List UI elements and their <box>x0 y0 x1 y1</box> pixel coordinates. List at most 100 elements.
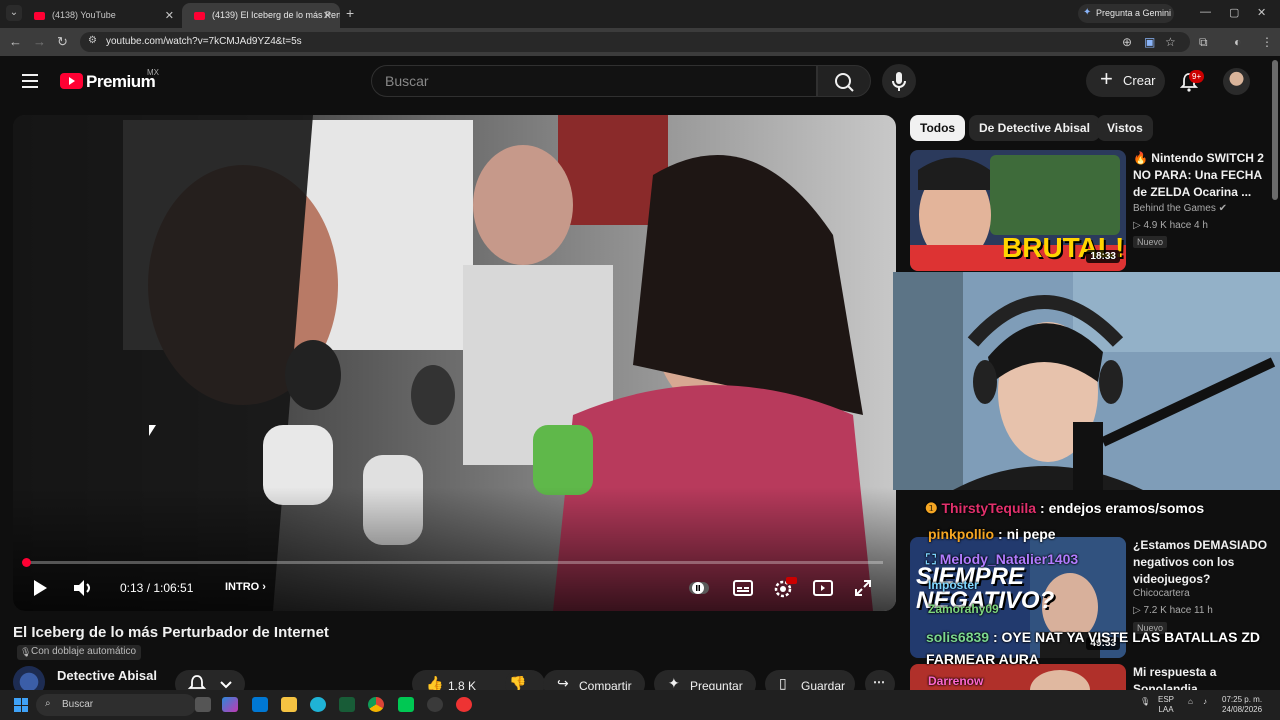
related-video-title[interactable]: ¿Estamos DEMASIADO negativos con los vid… <box>1133 537 1267 588</box>
close-tab-icon[interactable]: ✕ <box>323 9 332 22</box>
chip-de-detective-abisal[interactable]: De Detective Abisal <box>969 115 1100 141</box>
chat-text: ni pepe <box>1006 526 1056 542</box>
app-icon[interactable] <box>427 697 443 712</box>
chapter-button[interactable]: INTRO › <box>225 581 266 593</box>
title-line: videojuegos? <box>1133 572 1211 586</box>
title-line: NO PARA: Una FECHA <box>1133 168 1263 182</box>
new-tab-button[interactable]: + <box>346 5 354 21</box>
logo-text[interactable]: Premium <box>86 72 156 92</box>
excel-icon[interactable] <box>339 697 355 712</box>
guide-menu-icon[interactable] <box>22 74 38 88</box>
minimize-button[interactable]: — <box>1200 6 1211 18</box>
title-line: de ZELDA Ocarina ... <box>1133 185 1252 199</box>
page-scrollbar[interactable] <box>1272 60 1278 200</box>
volume-tray-icon[interactable]: ♪ <box>1203 697 1207 707</box>
video-title: El Iceberg de lo más Perturbador de Inte… <box>13 624 329 641</box>
tab-youtube[interactable]: (4138) YouTube ✕ <box>22 3 182 28</box>
video-player[interactable] <box>13 115 896 611</box>
site-info-icon[interactable]: ⚙ <box>88 35 97 46</box>
reload-icon[interactable]: ↻ <box>57 34 68 50</box>
network-icon[interactable]: ⌂ <box>1188 697 1193 707</box>
taskbar-search[interactable]: ⌕ Buscar <box>36 694 196 716</box>
voice-search-button[interactable] <box>882 64 916 98</box>
related-video-channel[interactable]: Behind the Games ✔ <box>1133 203 1227 214</box>
settings-gear-icon[interactable] <box>773 577 797 599</box>
theater-mode-icon[interactable] <box>813 579 833 597</box>
chip-todos[interactable]: Todos <box>910 115 966 141</box>
forward-icon[interactable]: → <box>33 34 46 49</box>
file-explorer-icon[interactable] <box>281 697 297 712</box>
dub-icon: 🎙 <box>20 647 32 657</box>
chat-user: solis6839 <box>926 629 990 645</box>
search-input[interactable]: Buscar <box>371 65 817 97</box>
chat-message: pinkpollio : ni pepe <box>928 526 1056 542</box>
create-button[interactable]: + Crear <box>1086 65 1165 97</box>
lang-bottom: LAA <box>1158 705 1174 714</box>
app-icon[interactable] <box>398 697 414 712</box>
chat-text: endejos eramos/somos <box>1048 500 1205 516</box>
extensions-icon[interactable]: ⧉ <box>1199 35 1208 50</box>
chat-user: Imposter <box>928 578 979 592</box>
youtube-favicon-icon <box>194 12 205 20</box>
chrome-icon[interactable] <box>368 697 384 712</box>
search-icon: ⌕ <box>45 698 51 709</box>
chat-message: ⛶ Melody_Natalier1403 <box>926 551 1078 568</box>
volume-icon[interactable] <box>73 578 95 598</box>
url-field[interactable]: ⚙ youtube.com/watch?v=7kCMJAd9YZ4&t=5s <box>80 32 1190 52</box>
related-video-thumbnail[interactable]: BRUTAL! 18:33 <box>910 150 1126 271</box>
url-text: youtube.com/watch?v=7kCMJAd9YZ4&t=5s <box>106 36 302 47</box>
gemini-button[interactable]: ✦ Pregunta a Gemini <box>1078 4 1174 23</box>
dub-label: Con doblaje automático <box>31 646 137 657</box>
autoplay-toggle-icon[interactable] <box>688 578 710 598</box>
translate-icon[interactable]: ▣ <box>1144 35 1155 49</box>
maximize-button[interactable]: ▢ <box>1229 6 1239 19</box>
play-icon[interactable] <box>32 579 48 597</box>
close-window-button[interactable]: ✕ <box>1257 6 1266 19</box>
chip-vistos[interactable]: Vistos <box>1097 115 1153 141</box>
search-button[interactable] <box>817 65 871 97</box>
seek-scrubber[interactable] <box>22 558 31 567</box>
back-icon[interactable]: ← <box>9 34 22 49</box>
zoom-icon[interactable]: ⊕ <box>1122 35 1132 49</box>
close-tab-icon[interactable]: ✕ <box>165 9 174 22</box>
tab-label: (4138) YouTube <box>52 10 116 20</box>
tab-label: (4139) El Iceberg de lo más Pertur <box>212 10 340 20</box>
related-video-channel[interactable]: Chicocartera <box>1133 588 1190 599</box>
plus-icon: + <box>1100 66 1113 91</box>
video-frame <box>13 115 896 611</box>
title-line: ¿Estamos DEMASIADO <box>1133 538 1268 552</box>
bookmark-star-icon[interactable]: ☆ <box>1165 35 1176 49</box>
channel-name[interactable]: Detective Abisal <box>57 668 157 683</box>
chat-message: Zamorahy09 <box>928 602 999 616</box>
clock[interactable]: 07:25 p. m. 24/08/2026 <box>1222 695 1262 715</box>
fullscreen-icon[interactable] <box>854 579 872 597</box>
task-view-icon[interactable] <box>195 697 211 712</box>
tab-iceberg-video[interactable]: (4139) El Iceberg de lo más Pertur ✕ <box>182 3 340 28</box>
chat-user: Melody_Natalier1403 <box>939 551 1079 567</box>
search-icon <box>835 73 854 92</box>
store-icon[interactable] <box>252 697 268 712</box>
notification-count-badge: 9+ <box>1189 70 1205 83</box>
browser-menu-icon[interactable]: ⋮ <box>1261 35 1273 49</box>
account-avatar[interactable] <box>1223 68 1250 95</box>
chat-user: ThirstyTequila <box>941 500 1037 516</box>
edge-icon[interactable] <box>310 697 326 712</box>
verified-icon: ✔ <box>1218 203 1227 214</box>
chat-badge-icon: ⛶ <box>926 551 936 567</box>
seek-bar[interactable] <box>26 561 883 564</box>
webcam-image <box>893 272 1280 490</box>
chat-message: Imposter <box>928 578 979 592</box>
tab-search-button[interactable]: ⌄ <box>6 5 22 21</box>
windows-start-icon[interactable] <box>14 698 28 712</box>
profile-icon[interactable]: ◐ <box>1234 35 1241 49</box>
related-video-stats: ▷ 7.2 K hace 11 h <box>1133 605 1213 616</box>
microphone-tray-icon[interactable]: 🎙 <box>1140 697 1150 707</box>
related-video-title[interactable]: 🔥 Nintendo SWITCH 2 NO PARA: Una FECHA d… <box>1133 150 1264 201</box>
youtube-logo-icon[interactable] <box>60 73 83 89</box>
chat-message: solis6839 : OYE NAT YA VISTE LAS BATALLA… <box>926 629 1261 667</box>
copilot-icon[interactable] <box>222 697 238 712</box>
language-indicator[interactable]: ESP LAA <box>1158 695 1174 715</box>
subtitles-icon[interactable] <box>733 579 753 597</box>
dub-badge: 🎙 Con doblaje automático <box>17 645 142 660</box>
app-icon[interactable] <box>456 697 472 712</box>
